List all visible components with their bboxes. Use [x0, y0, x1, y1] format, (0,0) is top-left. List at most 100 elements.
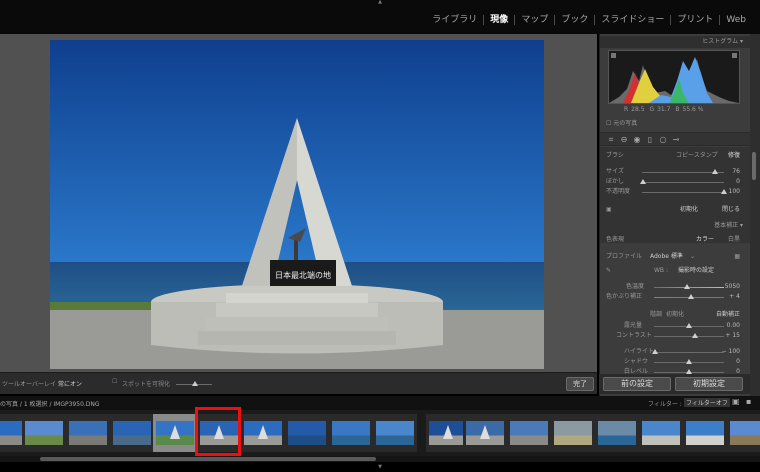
module-web[interactable]: Web [720, 14, 752, 26]
basic-header[interactable]: 基本補正 ▾ [600, 220, 751, 232]
filmstrip-thumbnail[interactable] [463, 414, 507, 452]
size-slider-knob[interactable] [712, 169, 718, 174]
filmstrip [0, 410, 760, 460]
shadow-clip-indicator[interactable] [611, 53, 616, 58]
shadows-value[interactable]: 0 [736, 357, 740, 367]
contrast-row[interactable]: コントラスト + 15 [606, 331, 744, 341]
contrast-slider-knob[interactable] [692, 333, 698, 338]
main-photo[interactable]: 日本最北端の地 [50, 40, 544, 369]
filmstrip-thumbnail[interactable] [507, 414, 551, 452]
eyedropper-icon[interactable]: ✎ [606, 266, 611, 276]
profile-select[interactable]: Adobe 標準 [650, 252, 683, 262]
panel-collapse-bottom-icon[interactable]: ▼ [376, 464, 384, 470]
module-library[interactable]: ライブラリ [426, 14, 483, 26]
visualize-spots-checkbox[interactable]: ☐ [112, 378, 117, 385]
tone-reset-button[interactable]: 初期化 [666, 310, 684, 320]
highlights-value[interactable]: − 100 [722, 347, 740, 357]
filmstrip-thumbnail[interactable] [595, 414, 639, 452]
feather-row[interactable]: ぼかし 0 [606, 177, 744, 187]
opacity-slider[interactable] [642, 192, 724, 193]
photo-canvas[interactable]: 日本最北端の地 [0, 34, 597, 372]
adjustment-brush-icon[interactable]: ⊸ [671, 135, 681, 145]
highlights-slider[interactable] [654, 352, 724, 353]
filter-toggle-icon[interactable]: ▪ [746, 397, 751, 406]
brush-reset-button[interactable]: 初期化 [680, 205, 698, 215]
tint-value[interactable]: + 4 [729, 292, 740, 302]
module-map[interactable]: マップ [515, 14, 554, 26]
treatment-color[interactable]: カラー [696, 235, 714, 245]
crop-icon[interactable]: ⌗ [606, 135, 616, 145]
module-print[interactable]: プリント [671, 14, 719, 26]
copy-stamp-option[interactable]: コピースタンプ [676, 151, 718, 161]
profile-browser-icon[interactable]: ▦ [734, 252, 740, 262]
filmstrip-thumbnail[interactable] [683, 414, 727, 452]
highlights-slider-knob[interactable] [652, 349, 658, 354]
filmstrip-thumbnail[interactable] [551, 414, 595, 452]
original-photo-toggle[interactable]: ☐ 元の写真 [606, 118, 637, 127]
size-row[interactable]: サイズ 76 [606, 167, 744, 177]
original-photo-label: 元の写真 [613, 120, 638, 127]
filmstrip-scroll-thumb[interactable] [40, 457, 376, 461]
filmstrip-thumbnail[interactable] [22, 414, 66, 452]
radial-filter-icon[interactable]: ○ [658, 135, 668, 145]
filmstrip-thumbnail[interactable] [285, 414, 329, 452]
feather-slider-knob[interactable] [640, 179, 646, 184]
filmstrip-thumbnail[interactable] [727, 414, 760, 452]
opacity-slider-knob[interactable] [721, 189, 727, 194]
right-panel-scroll-thumb[interactable] [752, 152, 756, 180]
wb-select[interactable]: 撮影時の設定 [678, 266, 714, 276]
done-button[interactable]: 完了 [566, 377, 594, 391]
contrast-value[interactable]: + 15 [725, 331, 740, 341]
red-eye-icon[interactable]: ◉ [632, 135, 642, 145]
reset-settings-button[interactable]: 初期設定 [675, 377, 743, 391]
brush-close-button[interactable]: 閉じる [722, 205, 740, 215]
shadows-slider-knob[interactable] [686, 359, 692, 364]
module-book[interactable]: ブック [555, 14, 594, 26]
auto-tone-button[interactable]: 自動補正 [716, 310, 740, 320]
mask-toggle-icon[interactable]: ▣ [606, 205, 612, 215]
highlights-row[interactable]: ハイライト − 100 [606, 347, 744, 357]
chevron-down-icon[interactable]: ⌄ [690, 252, 695, 262]
heal-option[interactable]: 修復 [728, 151, 740, 161]
filter-select[interactable]: フィルターオフ [684, 398, 730, 407]
module-slideshow[interactable]: スライドショー [595, 14, 670, 26]
tint-slider-knob[interactable] [688, 294, 694, 299]
filmstrip-source[interactable]: の写真 / 1 枚選択 / IMGP3950.DNG [0, 399, 100, 408]
filmstrip-thumbnail[interactable] [329, 414, 373, 452]
exposure-value[interactable]: 0.00 [727, 321, 740, 331]
thumbnail-image [69, 421, 107, 445]
opacity-value[interactable]: 100 [729, 187, 740, 197]
temp-slider-knob[interactable] [684, 284, 690, 289]
filmstrip-thumbnail[interactable] [639, 414, 683, 452]
previous-settings-button[interactable]: 前の設定 [603, 377, 671, 391]
feather-value[interactable]: 0 [736, 177, 740, 187]
filter-lock-icon[interactable]: ▣ [732, 397, 740, 406]
opacity-row[interactable]: 不透明度 100 [606, 187, 744, 197]
histogram-header[interactable]: ヒストグラム ▾ [600, 36, 751, 48]
shadows-label: シャドウ [624, 358, 649, 365]
filmstrip-thumbnail[interactable] [66, 414, 110, 452]
temp-value[interactable]: 5050 [725, 282, 740, 292]
filmstrip-thumbnail[interactable] [110, 414, 154, 452]
contrast-slider[interactable] [654, 336, 724, 337]
feather-slider[interactable] [642, 182, 724, 183]
filmstrip-scrollbar[interactable] [0, 456, 760, 462]
temp-row[interactable]: 色温度 5050 [606, 282, 744, 292]
exposure-slider-knob[interactable] [686, 323, 692, 328]
right-panel-scrollbar[interactable] [750, 34, 760, 406]
shadows-row[interactable]: シャドウ 0 [606, 357, 744, 367]
spot-removal-icon[interactable]: ⊖ [619, 135, 629, 145]
size-value[interactable]: 76 [732, 167, 740, 177]
treatment-bw[interactable]: 白黒 [728, 235, 740, 245]
panel-collapse-top-icon[interactable]: ▲ [376, 0, 384, 5]
filmstrip-thumbnail[interactable] [241, 414, 285, 452]
highlight-clip-indicator[interactable] [732, 53, 737, 58]
tool-overlay-select[interactable]: 常にオン [58, 379, 82, 388]
exposure-row[interactable]: 露光量 0.00 [606, 321, 744, 331]
tint-row[interactable]: 色かぶり補正 + 4 [606, 292, 744, 302]
visualize-spots-knob[interactable] [192, 381, 198, 386]
filmstrip-thumbnail[interactable] [373, 414, 417, 452]
graduated-filter-icon[interactable]: ▯ [645, 135, 655, 145]
module-develop[interactable]: 現像 [484, 14, 514, 26]
filmstrip-thumbnail[interactable] [153, 414, 197, 452]
